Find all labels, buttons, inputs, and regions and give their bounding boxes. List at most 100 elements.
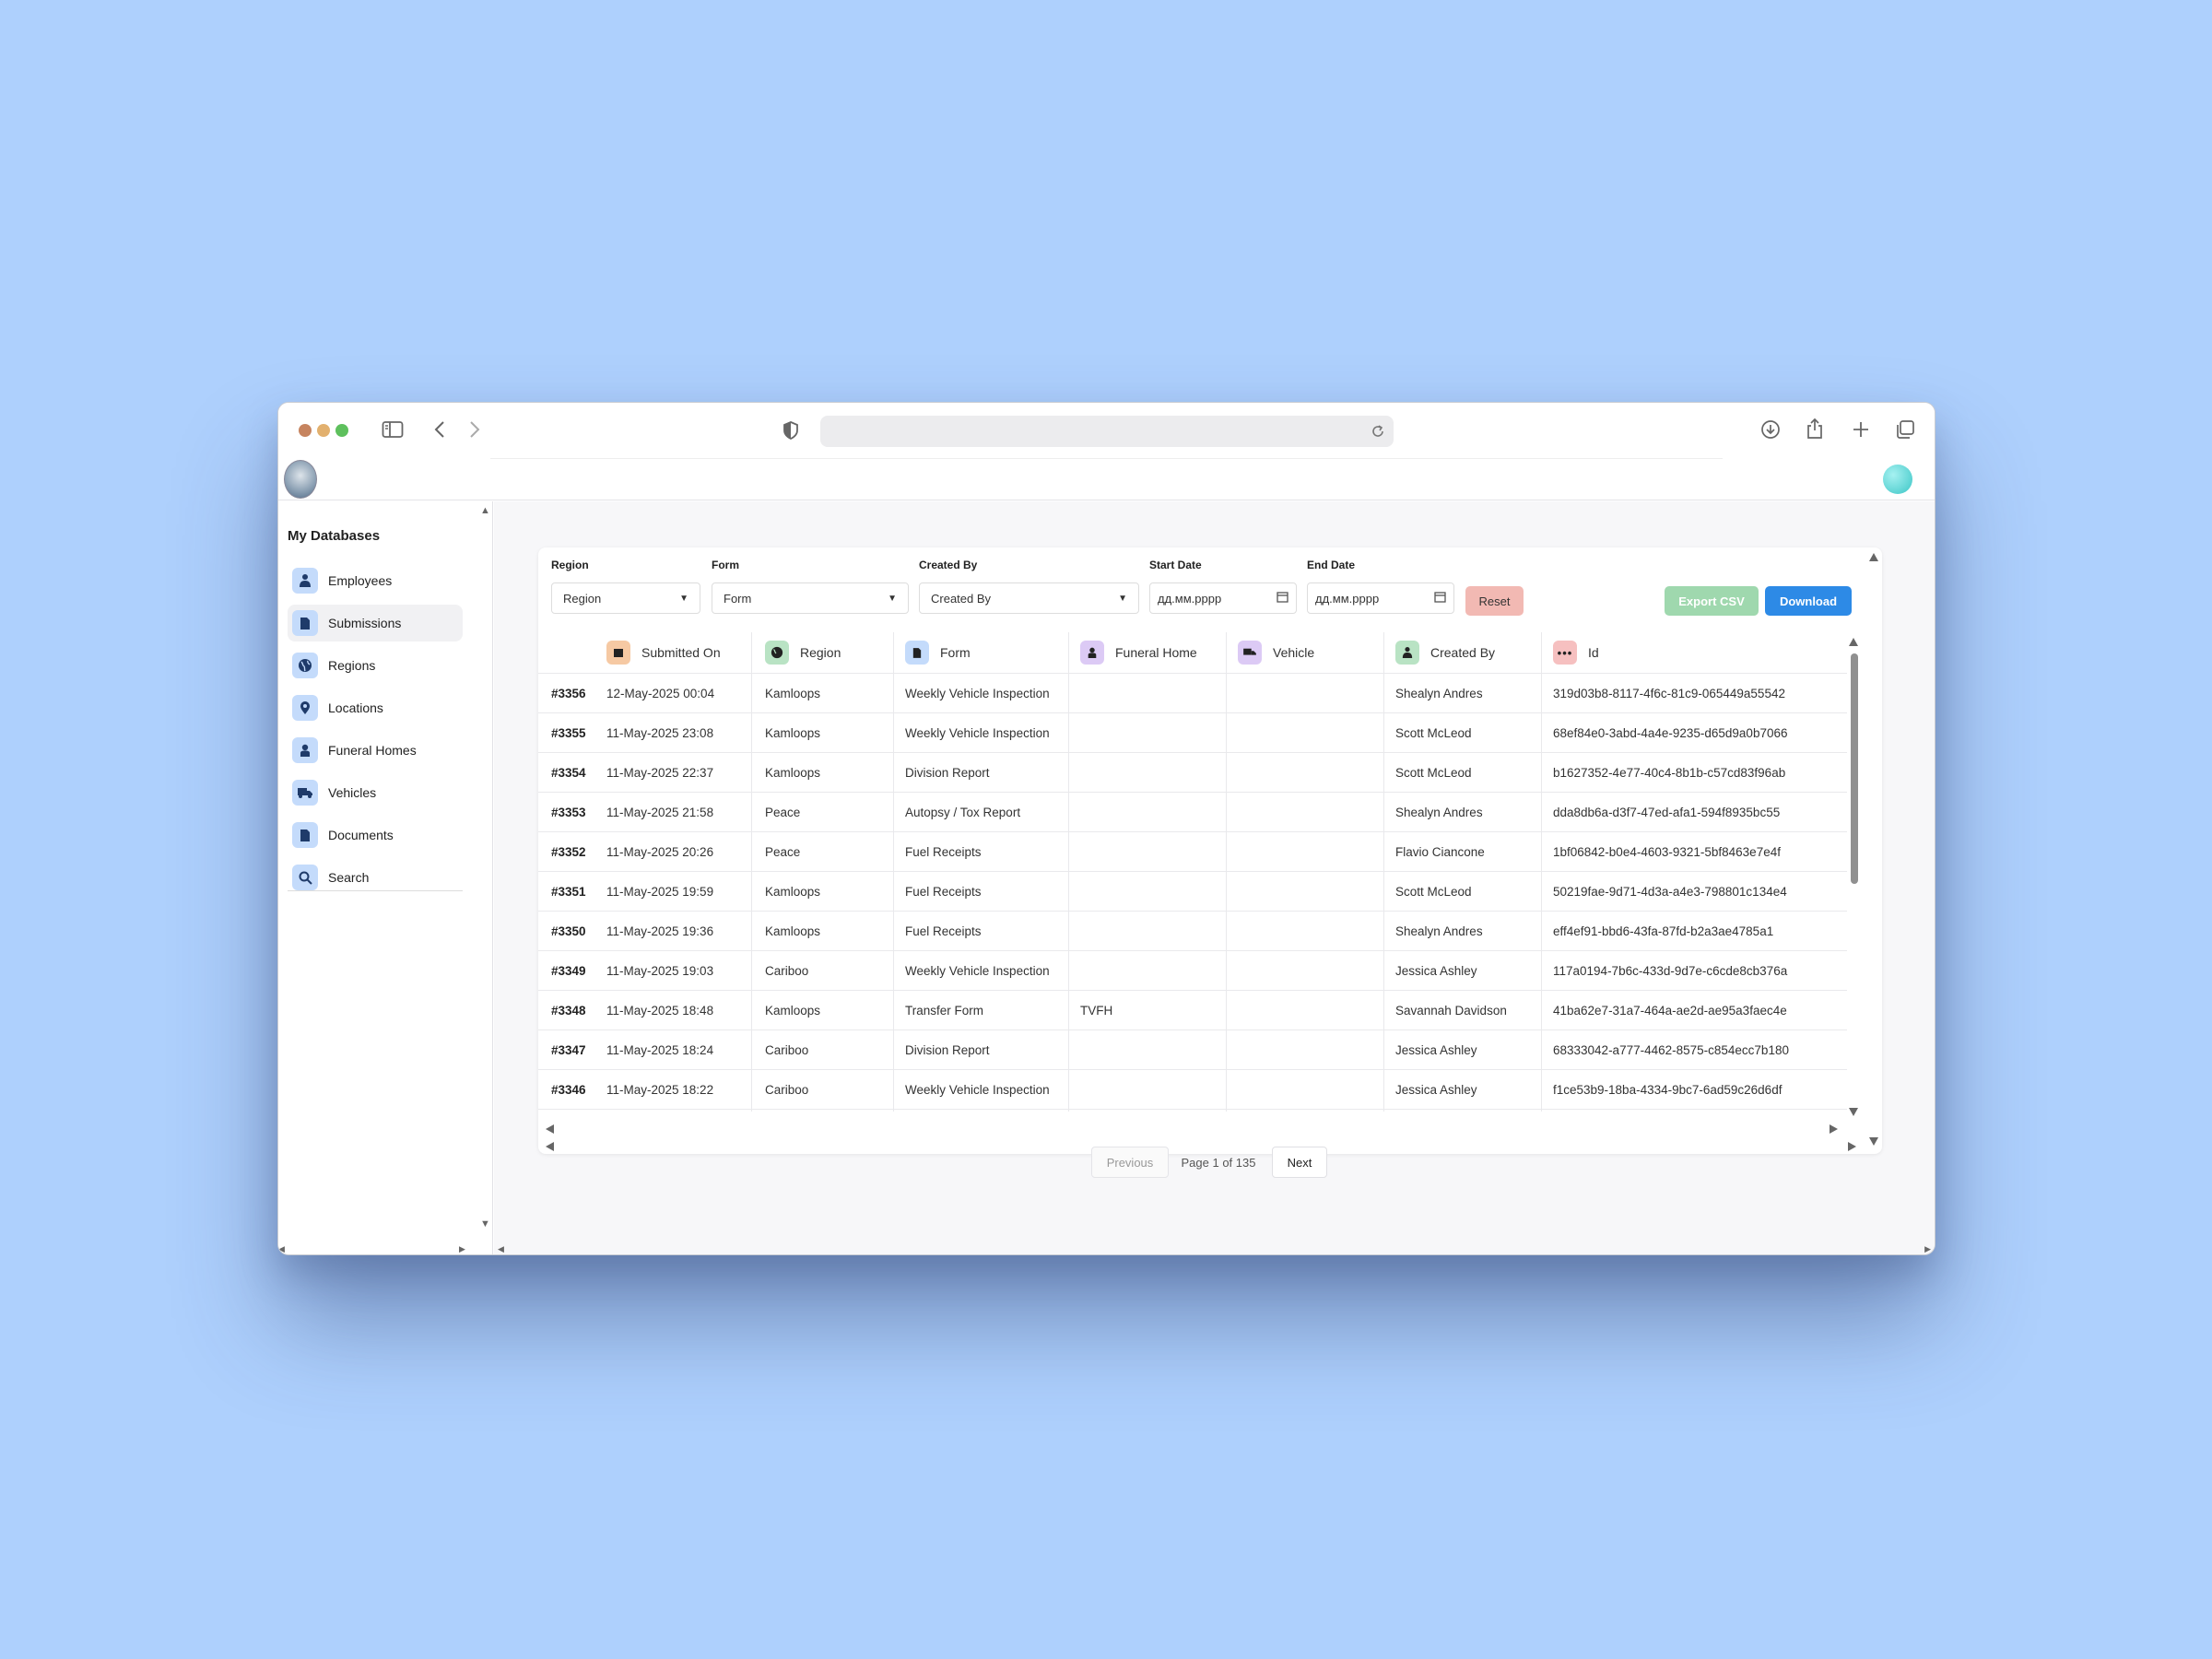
sidebar: ▲ My Databases Employees Submissions Reg… bbox=[278, 501, 493, 1254]
end-date-input[interactable]: дд.мм.рррр bbox=[1307, 582, 1454, 614]
scroll-right-arrow[interactable]: ▶ bbox=[459, 1244, 465, 1254]
table-row[interactable]: #3354 11-May-2025 22:37 Kamloops Division R… bbox=[538, 753, 1847, 793]
sidebar-item-regions[interactable]: Regions bbox=[288, 647, 463, 684]
pin-icon bbox=[292, 695, 318, 721]
shield-icon[interactable] bbox=[783, 421, 798, 440]
table-row[interactable]: #3353 11-May-2025 21:58 Peace Autopsy / Tox… bbox=[538, 793, 1847, 832]
previous-page-button[interactable]: Previous bbox=[1091, 1147, 1169, 1178]
table-row[interactable]: #3347 11-May-2025 18:24 Cariboo Division Re… bbox=[538, 1030, 1847, 1070]
avatar[interactable] bbox=[1883, 465, 1912, 494]
reload-icon[interactable] bbox=[1370, 423, 1386, 440]
cell-by: Scott McLeod bbox=[1395, 766, 1472, 780]
next-page-button[interactable]: Next bbox=[1272, 1147, 1327, 1178]
cell-by: Shealyn Andres bbox=[1395, 687, 1483, 700]
card-scroll-down-arrow[interactable] bbox=[1869, 1137, 1878, 1146]
cell-by: Jessica Ashley bbox=[1395, 964, 1477, 978]
table-row[interactable]: #3351 11-May-2025 19:59 Kamloops Fuel Recei… bbox=[538, 872, 1847, 912]
created-by-filter: Created By Created By ▼ bbox=[919, 559, 1139, 614]
card-scroll-up-arrow[interactable] bbox=[1869, 553, 1878, 561]
table-row[interactable]: #3350 11-May-2025 19:36 Kamloops Fuel Recei… bbox=[538, 912, 1847, 951]
close-window-button[interactable] bbox=[299, 424, 312, 437]
start-date-input[interactable]: дд.мм.рррр bbox=[1149, 582, 1297, 614]
card-scroll-left-arrow[interactable] bbox=[546, 1142, 554, 1151]
browser-toolbar bbox=[278, 403, 1935, 456]
column-header-funeral-home[interactable]: Funeral Home bbox=[1080, 632, 1197, 673]
cell-region: Peace bbox=[765, 806, 801, 819]
cell-num: #3354 bbox=[551, 766, 586, 780]
cell-id: b1627352-4e77-40c4-8b1b-c57cd83f96ab bbox=[1553, 766, 1786, 780]
cell-id: 68ef84e0-3abd-4a4e-9235-d65d9a0b7066 bbox=[1553, 726, 1788, 740]
sidebar-item-vehicles[interactable]: Vehicles bbox=[288, 774, 463, 811]
cell-id: 1bf06842-b0e4-4603-9321-5bf8463e7e4f bbox=[1553, 845, 1781, 859]
sidebar-item-documents[interactable]: Documents bbox=[288, 817, 463, 853]
calendar-icon[interactable] bbox=[1434, 591, 1446, 606]
calendar-icon[interactable] bbox=[1277, 591, 1288, 606]
column-header-region[interactable]: Region bbox=[765, 632, 841, 673]
sidebar-divider bbox=[288, 890, 463, 891]
table-row[interactable]: #3352 11-May-2025 20:26 Peace Fuel Receipts… bbox=[538, 832, 1847, 872]
maximize-window-button[interactable] bbox=[335, 424, 348, 437]
cell-id: 117a0194-7b6c-433d-9d7e-c6cde8cb376a bbox=[1553, 964, 1788, 978]
main-scroll-right-arrow[interactable]: ▶ bbox=[1924, 1244, 1931, 1254]
cell-num: #3353 bbox=[551, 806, 586, 819]
column-header-id[interactable]: ••• Id bbox=[1553, 632, 1599, 673]
cell-date: 11-May-2025 22:37 bbox=[606, 766, 714, 780]
cell-by: Savannah Davidson bbox=[1395, 1004, 1507, 1018]
download-icon[interactable] bbox=[1760, 419, 1781, 440]
cell-num: #3351 bbox=[551, 885, 586, 899]
download-button[interactable]: Download bbox=[1765, 586, 1852, 616]
export-csv-button[interactable]: Export CSV bbox=[1665, 586, 1759, 616]
forward-icon[interactable] bbox=[468, 419, 481, 440]
card-scroll-right-arrow[interactable] bbox=[1848, 1142, 1856, 1151]
cell-form: Weekly Vehicle Inspection bbox=[905, 687, 1050, 700]
table-row[interactable]: #3346 11-May-2025 18:22 Cariboo Weekly Vehi… bbox=[538, 1070, 1847, 1110]
sidebar-item-submissions[interactable]: Submissions bbox=[288, 605, 463, 641]
cell-region: Kamloops bbox=[765, 687, 821, 700]
table-scroll-down-arrow[interactable] bbox=[1849, 1108, 1858, 1116]
new-tab-icon[interactable] bbox=[1852, 420, 1870, 439]
share-icon[interactable] bbox=[1806, 418, 1824, 440]
form-select[interactable]: Form ▼ bbox=[712, 582, 909, 614]
cell-form: Weekly Vehicle Inspection bbox=[905, 1083, 1050, 1097]
company-logo[interactable] bbox=[284, 460, 317, 499]
scroll-left-arrow[interactable]: ◀ bbox=[278, 1244, 285, 1254]
sidebar-item-funeral-homes[interactable]: Funeral Homes bbox=[288, 732, 463, 769]
sidebar-item-employees[interactable]: Employees bbox=[288, 562, 463, 599]
sidebar-toggle-icon[interactable] bbox=[382, 420, 404, 439]
document-icon bbox=[292, 610, 318, 636]
column-header-submitted-on[interactable]: Submitted On bbox=[606, 632, 721, 673]
table-scroll-left-arrow[interactable] bbox=[546, 1124, 554, 1134]
table-scroll-up-arrow[interactable] bbox=[1849, 638, 1858, 646]
tabs-overview-icon[interactable] bbox=[1895, 419, 1915, 440]
cell-region: Kamloops bbox=[765, 885, 821, 899]
cell-date: 11-May-2025 18:24 bbox=[606, 1043, 714, 1057]
created-by-select[interactable]: Created By ▼ bbox=[919, 582, 1139, 614]
minimize-window-button[interactable] bbox=[317, 424, 330, 437]
back-icon[interactable] bbox=[433, 419, 446, 440]
cell-id: eff4ef91-bbd6-43fa-87fd-b2a3ae4785a1 bbox=[1553, 924, 1774, 938]
cell-region: Cariboo bbox=[765, 1083, 809, 1097]
cell-date: 12-May-2025 00:04 bbox=[606, 687, 715, 700]
scroll-down-arrow[interactable]: ▼ bbox=[480, 1218, 490, 1230]
submissions-card: Region Region ▼ Form Form ▼ Created By Cre… bbox=[538, 547, 1882, 1154]
table-row[interactable]: #3348 11-May-2025 18:48 Kamloops Transfer F… bbox=[538, 991, 1847, 1030]
sidebar-item-locations[interactable]: Locations bbox=[288, 689, 463, 726]
column-header-created-by[interactable]: Created By bbox=[1395, 632, 1495, 673]
table-row[interactable]: #3356 12-May-2025 00:04 Kamloops Weekly Veh… bbox=[538, 674, 1847, 713]
search-icon bbox=[292, 865, 318, 890]
table-row[interactable]: #3355 11-May-2025 23:08 Kamloops Weekly Veh… bbox=[538, 713, 1847, 753]
scroll-up-arrow[interactable]: ▲ bbox=[480, 505, 490, 516]
dots-icon: ••• bbox=[1553, 641, 1577, 665]
table-vertical-scrollbar[interactable] bbox=[1851, 653, 1858, 884]
chevron-down-icon: ▼ bbox=[1118, 593, 1127, 604]
main-content: Region Region ▼ Form Form ▼ Created By Cre… bbox=[494, 501, 1935, 1254]
reset-button[interactable]: Reset bbox=[1465, 586, 1524, 616]
column-header-vehicle[interactable]: Vehicle bbox=[1238, 632, 1314, 673]
table-row[interactable]: #3349 11-May-2025 19:03 Cariboo Weekly Vehi… bbox=[538, 951, 1847, 991]
main-scroll-left-arrow[interactable]: ◀ bbox=[498, 1244, 504, 1254]
table-scroll-right-arrow[interactable] bbox=[1830, 1124, 1838, 1134]
column-header-form[interactable]: Form bbox=[905, 632, 971, 673]
address-bar[interactable] bbox=[820, 416, 1394, 447]
region-select[interactable]: Region ▼ bbox=[551, 582, 700, 614]
cell-num: #3352 bbox=[551, 845, 586, 859]
